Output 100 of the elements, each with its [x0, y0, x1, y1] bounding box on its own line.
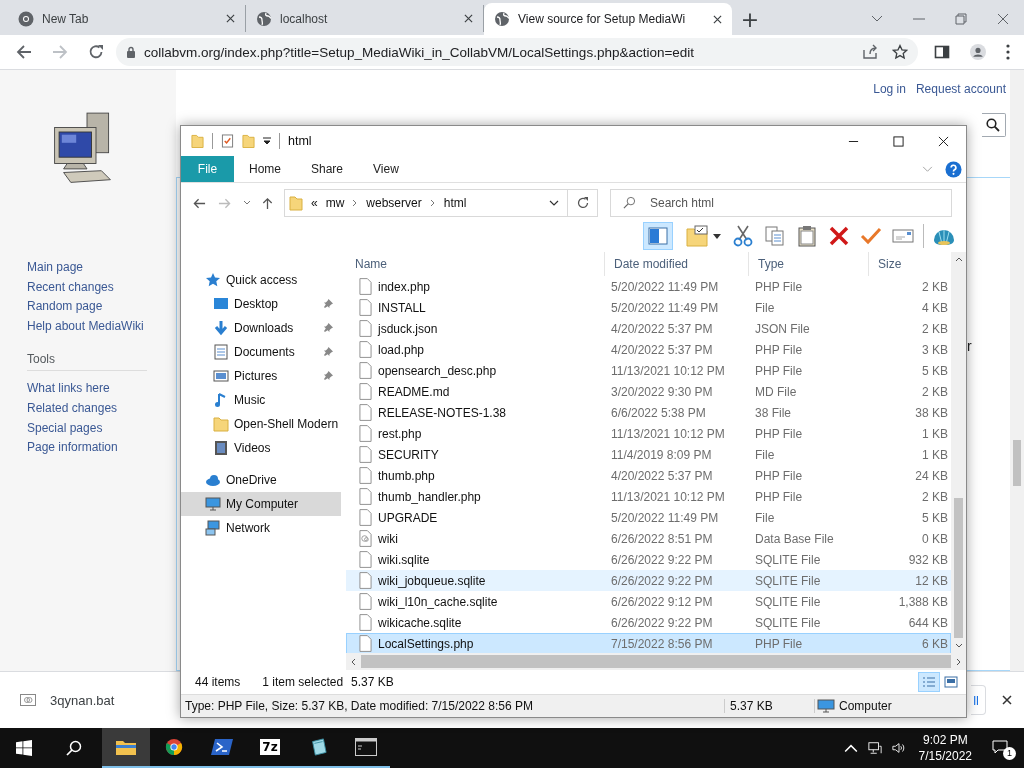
scroll-left-icon[interactable]: [351, 657, 356, 666]
pin-icon[interactable]: [324, 323, 333, 332]
file-row[interactable]: rest.php 11/13/2021 10:12 PM PHP File 1 KB: [346, 423, 951, 444]
scroll-up-icon[interactable]: [954, 257, 963, 262]
sidebar-link[interactable]: Random page: [27, 299, 176, 315]
folder-options-icon[interactable]: [686, 225, 708, 247]
address-bar[interactable]: collabvm.org/index.php?title=Setup_MediaWiki_in_CollabVM/LocalSettings.php&action=edit: [116, 38, 918, 66]
taskbar-app[interactable]: [102, 728, 150, 768]
reload-icon[interactable]: [88, 44, 104, 60]
file-row[interactable]: thumb.php 4/20/2022 5:37 PM PHP File 24 KB: [346, 465, 951, 486]
scroll-right-icon[interactable]: [956, 657, 961, 666]
ribbon-tab[interactable]: View: [358, 156, 414, 182]
file-row[interactable]: README.md 3/20/2022 9:30 PM MD File 2 KB: [346, 381, 951, 402]
file-row[interactable]: SECURITY 11/4/2019 8:09 PM File 1 KB: [346, 444, 951, 465]
column-header[interactable]: Name: [346, 252, 604, 276]
browser-tab[interactable]: localhost: [246, 5, 484, 32]
navigation-item[interactable]: Network: [181, 516, 341, 540]
ribbon-tab[interactable]: Home: [234, 156, 296, 182]
address-bar[interactable]: « mw webserver html: [284, 189, 568, 217]
close-icon[interactable]: [713, 14, 722, 24]
ribbon-tab[interactable]: Share: [296, 156, 359, 182]
help-icon[interactable]: [945, 160, 962, 178]
network-icon[interactable]: [867, 741, 882, 755]
start-icon[interactable]: [16, 740, 32, 756]
chevron-right-icon[interactable]: [429, 199, 436, 207]
copy-icon[interactable]: [764, 225, 786, 247]
back-icon[interactable]: [16, 44, 32, 60]
side-panel-icon[interactable]: [934, 44, 950, 60]
star-icon[interactable]: [892, 44, 908, 60]
file-row[interactable]: wiki_l10n_cache.sqlite 6/26/2022 9:12 PM SQLITE File 1,388 KB: [346, 591, 951, 612]
file-row[interactable]: wikicache.sqlite 6/26/2022 9:22 PM SQLITE File 644 KB: [346, 612, 951, 633]
user-link[interactable]: Log in: [873, 82, 906, 96]
navigation-item[interactable]: My Computer: [181, 492, 341, 516]
navigation-item[interactable]: Pictures: [181, 364, 341, 388]
properties-icon[interactable]: [221, 133, 234, 149]
navigation-item[interactable]: Documents: [181, 340, 341, 364]
menu-icon[interactable]: [1006, 44, 1010, 60]
sidebar-link[interactable]: Main page: [27, 260, 176, 276]
chevron-right-icon[interactable]: [352, 199, 359, 207]
clock[interactable]: 9:02 PM 7/15/2022: [918, 732, 972, 764]
file-row[interactable]: jsduck.json 4/20/2022 5:37 PM JSON File 2 KB: [346, 318, 951, 339]
close-icon[interactable]: [464, 14, 473, 23]
sidebar-link[interactable]: Help about MediaWiki: [27, 318, 176, 335]
share-icon[interactable]: [862, 44, 878, 60]
delete-icon[interactable]: [828, 225, 850, 247]
file-row[interactable]: wiki_jobqueue.sqlite 6/26/2022 9:22 PM SQLITE File 12 KB: [346, 570, 951, 591]
browser-tab[interactable]: New Tab: [8, 5, 246, 32]
navigation-item[interactable]: OneDrive: [181, 468, 341, 492]
sidebar-link[interactable]: Special pages: [27, 420, 176, 437]
sidebar-link[interactable]: What links here: [27, 381, 176, 397]
clipboard-icon[interactable]: [796, 225, 818, 247]
navigation-item[interactable]: Videos: [181, 436, 341, 460]
sidebar-link[interactable]: Recent changes: [27, 279, 176, 296]
file-row[interactable]: load.php 4/20/2022 5:37 PM PHP File 3 KB: [346, 339, 951, 360]
navigation-item[interactable]: Music: [181, 388, 341, 412]
pin-icon[interactable]: [324, 299, 333, 308]
checkmark-icon[interactable]: [860, 225, 882, 247]
pin-icon[interactable]: [324, 347, 333, 356]
file-row[interactable]: wiki 6/26/2022 8:51 PM Data Base File 0 KB: [346, 528, 951, 549]
scroll-thumb[interactable]: [1013, 440, 1021, 486]
profile-icon[interactable]: [970, 44, 986, 60]
close-icon[interactable]: [226, 14, 235, 23]
restore-icon[interactable]: [955, 13, 967, 25]
scissors-icon[interactable]: [732, 225, 754, 247]
taskbar-app[interactable]: 7z: [246, 728, 294, 768]
navigation-item[interactable]: Desktop: [181, 292, 341, 316]
maximize-icon[interactable]: [893, 135, 904, 147]
file-row[interactable]: opensearch_desc.php 11/13/2021 10:12 PM PHP File 5 KB: [346, 360, 951, 381]
column-header[interactable]: Date modified: [604, 252, 748, 276]
search-icon[interactable]: [986, 118, 1000, 132]
user-link[interactable]: Request account: [915, 82, 1006, 96]
refresh-button[interactable]: [568, 189, 598, 217]
scroll-down-icon[interactable]: [954, 643, 963, 648]
file-row[interactable]: UPGRADE 5/20/2022 11:49 PM File 5 KB: [346, 507, 951, 528]
search-icon[interactable]: [66, 740, 82, 756]
close-icon[interactable]: [1002, 695, 1012, 705]
caret-icon[interactable]: [263, 137, 271, 145]
scrollbar[interactable]: [1010, 70, 1024, 671]
new-tab-button[interactable]: +: [732, 3, 768, 35]
file-row[interactable]: thumb_handler.php 11/13/2021 10:12 PM PHP File 2 KB: [346, 486, 951, 507]
navigation-item[interactable]: Open-Shell Modern: [181, 412, 341, 436]
scrollbar[interactable]: [951, 252, 966, 653]
download-item[interactable]: 3qynan.bat: [50, 692, 115, 708]
navigation-item[interactable]: Quick access: [181, 268, 341, 292]
chevron-down-icon[interactable]: [549, 200, 559, 206]
pin-icon[interactable]: [324, 371, 333, 380]
file-row[interactable]: RELEASE-NOTES-1.38 6/6/2022 5:38 PM 38 File 38 KB: [346, 402, 951, 423]
file-row[interactable]: LocalSettings.php 7/15/2022 8:56 PM PHP File 6 KB: [346, 633, 951, 653]
caret-icon[interactable]: [713, 233, 721, 239]
file-row[interactable]: index.php 5/20/2022 11:49 PM PHP File 2 KB: [346, 276, 951, 297]
search-field[interactable]: Search html: [610, 189, 952, 217]
browser-tab[interactable]: View source for Setup MediaWi: [484, 3, 732, 35]
notification-icon[interactable]: [992, 740, 1008, 754]
volume-icon[interactable]: [891, 741, 906, 755]
up-icon[interactable]: [261, 196, 274, 210]
scroll-thumb[interactable]: [954, 498, 963, 638]
scroll-thumb[interactable]: [361, 655, 951, 668]
search-field[interactable]: [982, 113, 1006, 137]
navigation-item[interactable]: Downloads: [181, 316, 341, 340]
file-row[interactable]: INSTALL 5/20/2022 11:49 PM File 4 KB: [346, 297, 951, 318]
